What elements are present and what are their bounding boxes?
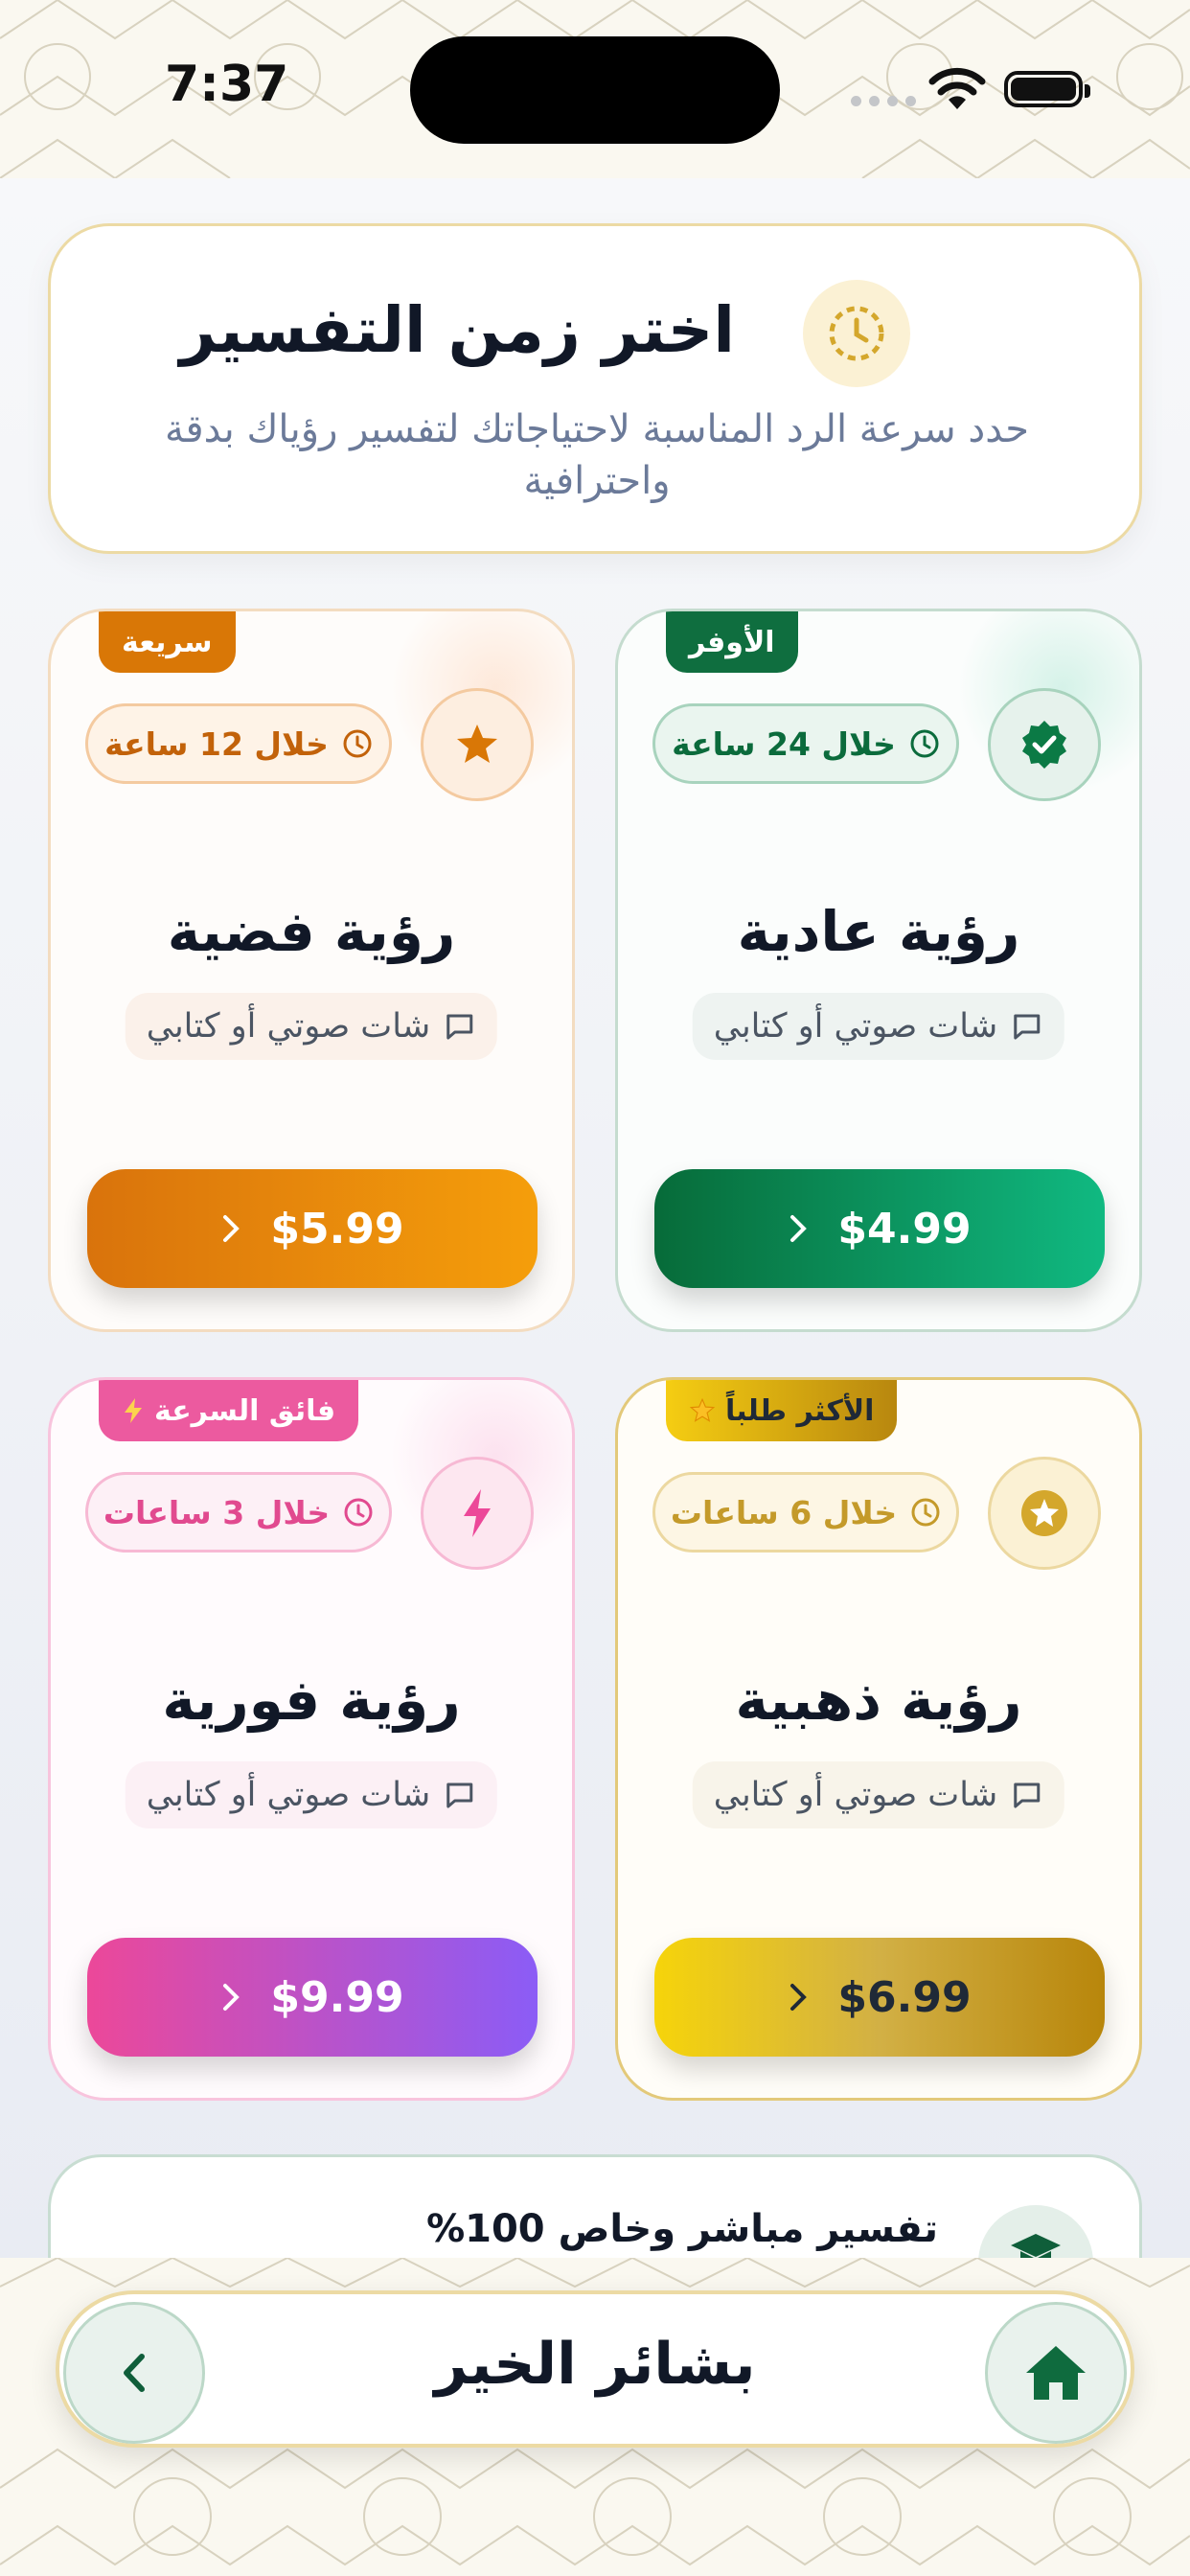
page-subtitle: حدد سرعة الرد المناسبة لاحتياجاتك لتفسير… xyxy=(165,407,1029,503)
home-icon xyxy=(1026,2346,1086,2400)
bottom-nav-bar: بشائر الخير xyxy=(56,2290,1134,2448)
plan-name: رؤية فضية xyxy=(167,899,456,964)
clock-icon xyxy=(803,280,910,387)
plan-time-label: خلال 3 ساعات xyxy=(103,1493,331,1531)
bolt-icon xyxy=(421,1457,534,1570)
plan-name: رؤية ذهبية xyxy=(735,1668,1022,1733)
feature-text: تفسير مباشر وخاص 100% xyxy=(426,2207,938,2251)
price-button-silver[interactable]: $5.99 xyxy=(87,1169,538,1288)
price-label: $6.99 xyxy=(837,1972,972,2022)
wifi-icon xyxy=(928,67,986,109)
chat-bubble-icon xyxy=(446,1782,473,1808)
plan-badge: الأكثر طلباً xyxy=(666,1380,898,1441)
plan-time-label: خلال 6 ساعات xyxy=(670,1493,898,1531)
dynamic-island xyxy=(410,36,780,144)
plan-badge: الأوفر xyxy=(666,611,798,673)
plan-channel-chip: شات صوتي أو كتابي xyxy=(692,993,1065,1060)
plan-badge: سريعة xyxy=(99,611,236,673)
plan-card-normal[interactable]: الأوفر خلال 24 ساعة رؤية عادية شات صوتي … xyxy=(615,609,1142,1332)
star-emoji-icon xyxy=(689,1397,716,1422)
plan-badge: فائق السرعة xyxy=(99,1380,359,1441)
badge-label: الأوفر xyxy=(689,625,775,659)
home-button[interactable] xyxy=(985,2302,1127,2444)
plan-card-silver[interactable]: سريعة خلال 12 ساعة رؤية فضية شات صوتي أو… xyxy=(48,609,575,1332)
badge-label: فائق السرعة xyxy=(154,1393,336,1428)
price-label: $5.99 xyxy=(270,1204,404,1254)
plan-time-pill: خلال 3 ساعات xyxy=(85,1472,392,1552)
plan-time-label: خلال 24 ساعة xyxy=(672,724,896,763)
chevron-right-icon xyxy=(790,1984,808,2011)
price-label: $9.99 xyxy=(270,1972,404,2022)
plan-channel-chip: شات صوتي أو كتابي xyxy=(125,1761,498,1828)
bolt-emoji-icon xyxy=(125,1398,142,1423)
cellular-signal-icon xyxy=(851,96,916,106)
price-label: $4.99 xyxy=(837,1204,972,1254)
plan-channel-label: شات صوتي أو كتابي xyxy=(713,1776,998,1814)
star-icon xyxy=(421,688,534,801)
price-button-gold[interactable]: $6.99 xyxy=(654,1938,1105,2057)
clock-icon xyxy=(344,1498,373,1527)
plan-time-pill: خلال 12 ساعة xyxy=(85,703,392,784)
plan-channel-chip: شات صوتي أو كتابي xyxy=(692,1761,1065,1828)
chat-bubble-icon xyxy=(1014,1014,1041,1040)
plan-channel-label: شات صوتي أو كتابي xyxy=(146,1776,431,1814)
badge-label: الأكثر طلباً xyxy=(725,1393,875,1428)
price-button-normal[interactable]: $4.99 xyxy=(654,1169,1105,1288)
status-time: 7:37 xyxy=(165,56,289,113)
clock-icon xyxy=(910,729,939,758)
chat-bubble-icon xyxy=(1014,1782,1041,1808)
chevron-right-icon xyxy=(223,1984,240,2011)
plan-name: رؤية عادية xyxy=(737,899,1020,964)
app-title: بشائر الخير xyxy=(434,2331,756,2398)
star-circle-icon xyxy=(988,1457,1101,1570)
price-button-instant[interactable]: $9.99 xyxy=(87,1938,538,2057)
badge-label: سريعة xyxy=(122,625,213,659)
plan-channel-label: شات صوتي أو كتابي xyxy=(146,1007,431,1046)
plan-name: رؤية فورية xyxy=(162,1668,461,1733)
header-card: اختر زمن التفسير حدد سرعة الرد المناسبة … xyxy=(48,223,1142,554)
plan-card-gold[interactable]: الأكثر طلباً خلال 6 ساعات رؤية ذهبية شات… xyxy=(615,1377,1142,2101)
clock-icon xyxy=(343,729,372,758)
chevron-right-icon xyxy=(223,1215,240,1242)
chat-bubble-icon xyxy=(446,1014,473,1040)
plan-card-instant[interactable]: فائق السرعة خلال 3 ساعات رؤية فورية شات … xyxy=(48,1377,575,2101)
plan-channel-label: شات صوتي أو كتابي xyxy=(713,1007,998,1046)
verified-badge-icon xyxy=(988,688,1101,801)
plan-time-pill: خلال 6 ساعات xyxy=(652,1472,959,1552)
clock-icon xyxy=(911,1498,940,1527)
page-title: اختر زمن التفسير xyxy=(179,293,735,367)
plan-time-label: خلال 12 ساعة xyxy=(104,724,329,763)
battery-icon xyxy=(1004,71,1090,107)
plan-channel-chip: شات صوتي أو كتابي xyxy=(125,993,498,1060)
chevron-right-icon xyxy=(790,1215,808,1242)
plan-time-pill: خلال 24 ساعة xyxy=(652,703,959,784)
